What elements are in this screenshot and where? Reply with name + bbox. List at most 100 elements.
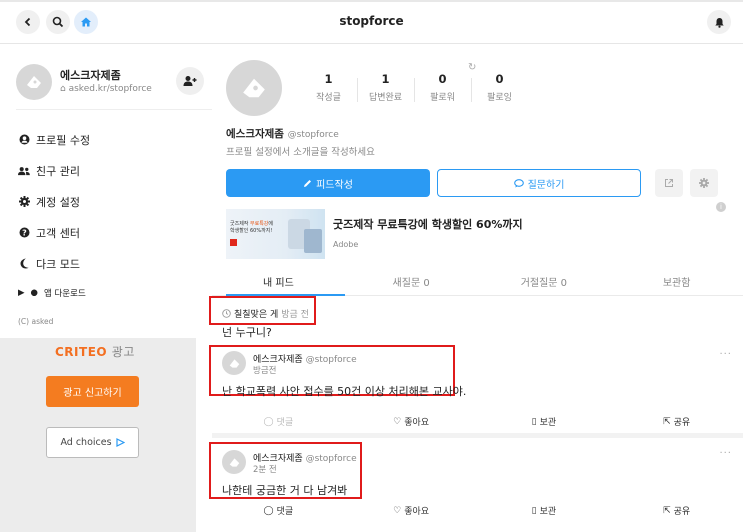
sidebar-item-account-settings[interactable]: 계정 설정 bbox=[18, 186, 208, 217]
share-button[interactable]: ⇱ 공유 bbox=[610, 504, 743, 518]
comment-label: 댓글 bbox=[276, 507, 294, 517]
ad-choices-button[interactable]: Ad choices bbox=[46, 427, 139, 458]
sidebar-item-customer-center[interactable]: ? 고객 센터 bbox=[18, 217, 208, 248]
stat-value: 1 bbox=[381, 72, 390, 86]
stat-followers[interactable]: 0 팔로워 bbox=[414, 72, 471, 103]
play-store-icon: ▶ bbox=[18, 288, 25, 298]
bookmark-icon: ▯ bbox=[531, 416, 537, 427]
sidebar-item-friends[interactable]: 친구 관리 bbox=[18, 155, 208, 186]
pencil-icon bbox=[304, 179, 312, 187]
write-feed-button[interactable]: 피드작성 bbox=[226, 169, 430, 197]
external-link-icon bbox=[665, 179, 673, 187]
answer-author-handle: @stopforce bbox=[305, 454, 357, 464]
stat-label: 팔로워 bbox=[430, 93, 455, 103]
like-button[interactable]: ♡ 좋아요 bbox=[345, 504, 478, 518]
profile-name: 에스크자제좀 @stopforce bbox=[226, 126, 339, 141]
ad-thumb-text-a: 굿즈제작 bbox=[230, 221, 249, 227]
answer-author-handle: @stopforce bbox=[305, 355, 357, 365]
sidebar-menu: 프로필 수정 친구 관리 계정 설정 ? 고객 센터 다크 모드 ▶ ● 앱 다운… bbox=[18, 124, 208, 307]
save-label: 보관 bbox=[539, 507, 557, 517]
tab-archive[interactable]: 보관함 bbox=[610, 268, 743, 295]
sidebar-item-label: 다크 모드 bbox=[36, 257, 80, 271]
stat-value: 0 bbox=[438, 72, 447, 86]
adobe-logo-icon bbox=[230, 239, 237, 246]
like-label: 좋아요 bbox=[404, 418, 430, 428]
stat-following[interactable]: 0 팔로잉 bbox=[471, 72, 528, 103]
ad-thumbnail: 굿즈제작 무료특강에 학생할인 60%까지! bbox=[226, 209, 325, 259]
save-label: 보관 bbox=[539, 418, 557, 428]
default-avatar-icon bbox=[229, 358, 239, 368]
like-button[interactable]: ♡ 좋아요 bbox=[345, 415, 478, 429]
moon-icon bbox=[18, 258, 30, 269]
profile-name-text: 에스크자제좀 bbox=[226, 128, 284, 140]
comment-button[interactable]: ◯ 댓글 bbox=[212, 415, 345, 429]
sidebar-ad-area: CRITEO 광고 광고 신고하기 Ad choices bbox=[0, 338, 196, 532]
share-button[interactable]: ⇱ 공유 bbox=[610, 415, 743, 429]
stat-label: 답변완료 bbox=[368, 93, 403, 103]
save-button[interactable]: ▯ 보관 bbox=[478, 415, 611, 429]
refresh-icon[interactable]: ↻ bbox=[468, 62, 476, 73]
sidebar-item-app-download[interactable]: ▶ ● 앱 다운로드 bbox=[18, 279, 208, 307]
stat-value: 1 bbox=[324, 72, 333, 86]
more-options-icon[interactable]: ··· bbox=[719, 448, 732, 459]
users-icon bbox=[18, 166, 30, 176]
default-avatar-icon bbox=[27, 76, 41, 88]
notifications-button[interactable] bbox=[707, 10, 731, 34]
profile-handle: @stopforce bbox=[287, 130, 339, 140]
answer-time: 방금전 bbox=[253, 366, 277, 376]
sidebar-item-dark-mode[interactable]: 다크 모드 bbox=[18, 248, 208, 279]
gear-icon bbox=[18, 196, 30, 207]
avatar[interactable] bbox=[16, 64, 52, 100]
sidebar-item-label: 앱 다운로드 bbox=[43, 289, 86, 299]
sidebar-item-label: 친구 관리 bbox=[36, 164, 80, 178]
ad-banner[interactable]: 굿즈제작 무료특강에 학생할인 60%까지! 굿즈제작 무료특강에 학생할인 6… bbox=[226, 209, 626, 259]
question-time: 방금 전 bbox=[281, 310, 309, 320]
report-ad-button[interactable]: 광고 신고하기 bbox=[46, 376, 139, 407]
sidebar-profile-card[interactable]: 에스크자제좀 ⌂ asked.kr/stopforce bbox=[16, 64, 212, 110]
criteo-ad-label: CRITEO 광고 bbox=[55, 343, 135, 360]
like-label: 좋아요 bbox=[404, 507, 430, 517]
comment-button[interactable]: ◯ 댓글 bbox=[212, 504, 345, 518]
default-avatar-icon bbox=[243, 78, 265, 98]
divider bbox=[212, 433, 743, 438]
share-profile-button[interactable] bbox=[655, 169, 683, 197]
copyright-text: (C) asked bbox=[18, 317, 54, 326]
stat-posts[interactable]: 1 작성글 bbox=[300, 72, 357, 103]
profile-avatar[interactable] bbox=[226, 60, 282, 116]
answer-time: 2분 전 bbox=[253, 465, 277, 475]
more-options-icon[interactable]: ··· bbox=[719, 349, 732, 360]
ask-question-button[interactable]: 질문하기 bbox=[437, 169, 641, 197]
save-button[interactable]: ▯ 보관 bbox=[478, 504, 611, 518]
page-title: stopforce bbox=[339, 14, 404, 28]
avatar[interactable] bbox=[222, 450, 246, 474]
ad-title: 굿즈제작 무료특강에 학생할인 60%까지 bbox=[333, 218, 523, 231]
share-icon: ⇱ bbox=[663, 416, 671, 427]
question-text: 넌 누구니? bbox=[222, 326, 272, 339]
ad-choices-icon bbox=[115, 438, 125, 447]
sidebar: 에스크자제좀 ⌂ asked.kr/stopforce 프로필 수정 친구 관리… bbox=[0, 44, 212, 532]
ad-info-icon[interactable]: i bbox=[716, 202, 726, 212]
criteo-logo: CRITEO bbox=[55, 345, 108, 359]
stat-value: 0 bbox=[495, 72, 504, 86]
feed-tabs: 내 피드 새질문 0 거절질문 0 보관함 bbox=[212, 268, 743, 296]
answer-actions: ◯ 댓글 ♡ 좋아요 ▯ 보관 ⇱ 공유 bbox=[212, 504, 743, 518]
stat-answered[interactable]: 1 답변완료 bbox=[357, 72, 414, 103]
answer-item: 에스크자제좀 @stopforce 방금전 난 학교폭력 사안 접수를 50건 … bbox=[222, 349, 732, 398]
share-label: 공유 bbox=[673, 418, 691, 428]
home-small-icon: ⌂ bbox=[60, 84, 66, 94]
sidebar-item-edit-profile[interactable]: 프로필 수정 bbox=[18, 124, 208, 155]
heart-icon: ♡ bbox=[393, 505, 402, 516]
tab-my-feed[interactable]: 내 피드 bbox=[212, 268, 345, 296]
answer-item: 에스크자제좀 @stopforce 2분 전 나한테 궁금한 거 다 남겨봐 ·… bbox=[222, 448, 732, 497]
tab-rejected-questions[interactable]: 거절질문 0 bbox=[478, 268, 611, 295]
sidebar-item-label: 프로필 수정 bbox=[36, 133, 91, 147]
avatar[interactable] bbox=[222, 351, 246, 375]
user-circle-icon bbox=[18, 134, 30, 145]
default-avatar-icon bbox=[229, 457, 239, 467]
tab-new-questions[interactable]: 새질문 0 bbox=[345, 268, 478, 295]
svg-text:?: ? bbox=[22, 228, 27, 237]
settings-button[interactable] bbox=[690, 169, 718, 197]
ad-thumb-text: 굿즈제작 무료특강에 학생할인 60%까지! bbox=[230, 221, 273, 235]
add-friend-button[interactable] bbox=[176, 67, 204, 95]
question-meta: 칠칠맞은 게 방금 전 bbox=[222, 307, 309, 320]
